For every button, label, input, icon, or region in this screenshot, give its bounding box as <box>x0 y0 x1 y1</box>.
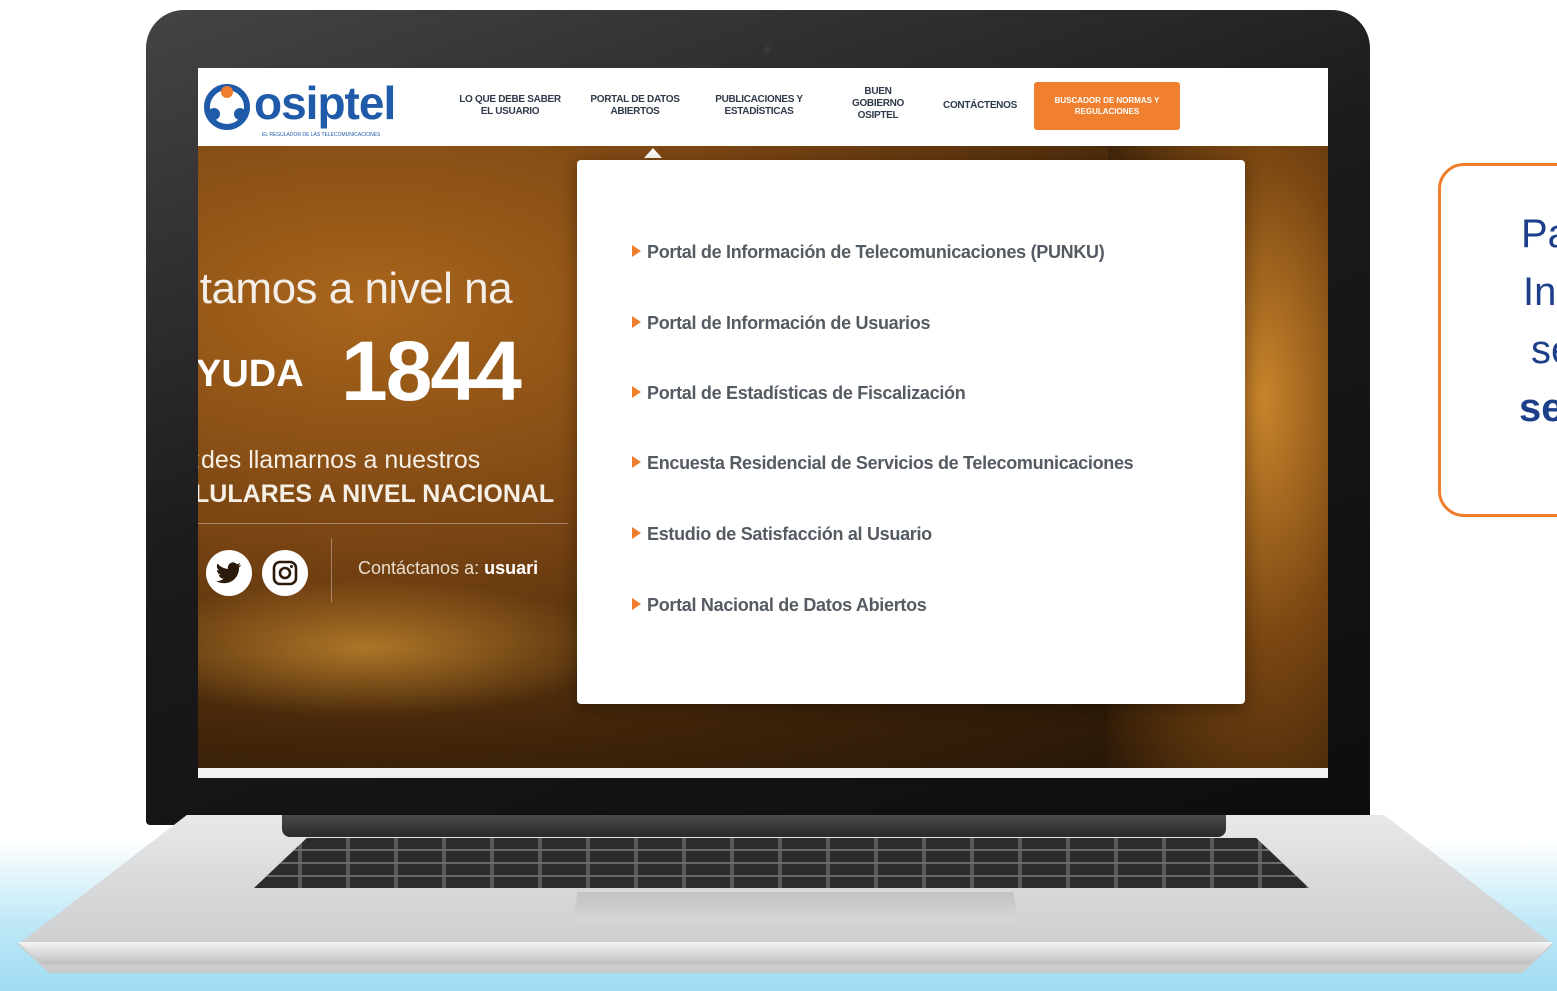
contact-label: Contáctanos a: <box>358 558 480 578</box>
menu-item-label: Encuesta Residencial de Servicios de Tel… <box>647 453 1134 473</box>
hero-headline: ıtamos a nivel na <box>198 264 513 313</box>
hero-phone-number: 1844 <box>341 324 522 418</box>
nav-contactenos[interactable]: CONTÁCTENOS <box>934 100 1026 112</box>
hero-subtext: ːdes llamarnos a nuestros <box>198 446 481 474</box>
dropdown-pointer <box>644 148 662 158</box>
menu-item-usuarios[interactable]: Portal de Información de Usuarios <box>632 313 930 334</box>
site-navbar: osiptel EL REGULADOR DE LAS TELECOMUNICA… <box>198 68 1328 146</box>
nav-portal-datos-abiertos[interactable]: PORTAL DE DATOS ABIERTOS <box>580 94 690 118</box>
nav-lo-que-debe-saber[interactable]: LO QUE DEBE SABER EL USUARIO <box>452 94 568 118</box>
nav-label-line2: ABIERTOS <box>610 106 660 117</box>
menu-item-encuesta[interactable]: Encuesta Residencial de Servicios de Tel… <box>632 453 1134 474</box>
nav-label-line1: BUEN <box>864 86 892 97</box>
nav-publicaciones[interactable]: PUBLICACIONES Y ESTADÍSTICAS <box>704 94 814 118</box>
menu-item-label: Estudio de Satisfacción al Usuario <box>647 524 932 544</box>
menu-item-label: Portal de Información de Telecomunicacio… <box>647 242 1105 262</box>
bullet-triangle-icon <box>632 245 641 257</box>
bullet-triangle-icon <box>632 456 641 468</box>
instagram-icon[interactable] <box>262 550 308 596</box>
nav-label-line3: OSIPTEL <box>857 110 899 121</box>
logo-tagline: EL REGULADOR DE LAS TELECOMUNICACIONES <box>262 132 381 138</box>
menu-item-fiscalizacion[interactable]: Portal de Estadísticas de Fiscalización <box>632 383 966 404</box>
nav-label-line2: EL USUARIO <box>480 106 540 117</box>
webcam <box>764 46 771 53</box>
callout-line-1: Pa <box>1521 212 1557 256</box>
logo-wordmark: osiptel <box>254 77 396 129</box>
screen-bottom-strip <box>198 768 1328 778</box>
menu-item-satisfaccion[interactable]: Estudio de Satisfacción al Usuario <box>632 524 932 545</box>
nav-buen-gobierno[interactable]: BUEN GOBIERNO OSIPTEL <box>840 86 916 122</box>
laptop-hinge <box>282 815 1226 837</box>
bullet-triangle-icon <box>632 316 641 328</box>
bullet-triangle-icon <box>632 527 641 539</box>
laptop-keyboard <box>254 838 1309 888</box>
twitter-icon[interactable] <box>206 550 252 596</box>
hero-divider <box>198 523 568 524</box>
buscador-normas-button[interactable]: BUSCADOR DE NORMAS Y REGULACIONES <box>1034 82 1180 130</box>
menu-item-label: Portal Nacional de Datos Abiertos <box>647 595 927 615</box>
portal-datos-dropdown: Portal de Información de Telecomunicacio… <box>577 160 1245 704</box>
twitter-bird-glyph <box>216 562 241 584</box>
nav-label-line2: ESTADÍSTICAS <box>724 106 794 117</box>
laptop-screen: osiptel EL REGULADOR DE LAS TELECOMUNICA… <box>198 68 1328 778</box>
social-divider <box>331 538 332 602</box>
callout-line-3: se <box>1531 328 1557 372</box>
callout-line-4: se <box>1519 386 1557 430</box>
laptop-base-edge <box>18 942 1553 964</box>
contact-email[interactable]: usuari <box>484 558 538 578</box>
osiptel-logo-icon <box>204 84 250 130</box>
contact-line: Contáctanos a: usuari <box>358 558 538 579</box>
bullet-triangle-icon <box>632 598 641 610</box>
menu-item-punku[interactable]: Portal de Información de Telecomunicacio… <box>632 242 1105 263</box>
laptop-trackpad <box>573 892 1018 924</box>
osiptel-logo[interactable]: osiptel EL REGULADOR DE LAS TELECOMUNICA… <box>204 76 419 140</box>
bullet-triangle-icon <box>632 386 641 398</box>
nav-label-line1: LO QUE DEBE SABER <box>459 94 561 105</box>
hero-ayuda-label: YUDA <box>198 353 304 395</box>
menu-item-label: Portal de Estadísticas de Fiscalización <box>647 383 966 403</box>
menu-item-datos-abiertos[interactable]: Portal Nacional de Datos Abiertos <box>632 595 927 616</box>
info-callout: Pa In se se <box>1438 163 1557 517</box>
nav-label-line2: GOBIERNO <box>851 98 905 109</box>
hero-subtext-bold: LULARES A NIVEL NACIONAL <box>198 480 555 508</box>
instagram-glyph <box>272 560 298 586</box>
callout-line-2: In <box>1523 270 1557 314</box>
menu-item-label: Portal de Información de Usuarios <box>647 313 931 333</box>
nav-label-line1: PUBLICACIONES Y <box>715 94 803 105</box>
nav-label-line1: PORTAL DE DATOS <box>590 94 680 105</box>
